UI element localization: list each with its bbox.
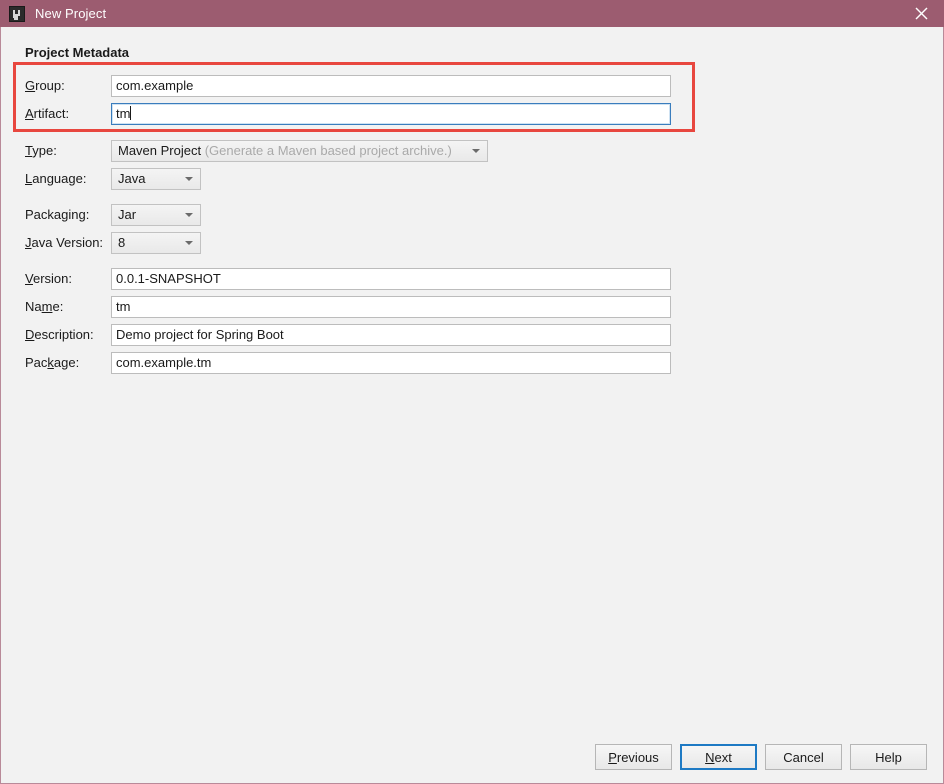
packaging-combobox-value: Jar: [118, 207, 137, 222]
window-title: New Project: [35, 6, 107, 21]
titlebar: New Project: [0, 0, 944, 27]
group-input[interactable]: com.example: [111, 75, 671, 97]
description-label: Description:: [25, 327, 94, 342]
cancel-button[interactable]: Cancel: [765, 744, 842, 770]
package-input-value: com.example.tm: [116, 355, 212, 370]
next-button[interactable]: Next: [680, 744, 757, 770]
chevron-down-icon: [185, 177, 193, 181]
language-combobox-value: Java: [118, 171, 146, 186]
packaging-combobox[interactable]: Jar: [111, 204, 201, 226]
language-combobox[interactable]: Java: [111, 168, 201, 190]
packaging-label: Packaging:: [25, 207, 90, 222]
dialog-button-bar: Previous Next Cancel Help: [595, 744, 927, 770]
type-combobox-value: Maven Project: [118, 143, 202, 158]
type-label: Type:: [25, 143, 57, 158]
version-label: Version:: [25, 271, 72, 286]
package-label: Package:: [25, 355, 80, 370]
help-button[interactable]: Help: [850, 744, 927, 770]
chevron-down-icon: [472, 149, 480, 153]
artifact-input-value: tm: [116, 106, 131, 121]
type-combobox-hint: (Generate a Maven based project archive.…: [204, 143, 452, 158]
artifact-label: Artifact:: [25, 106, 70, 121]
type-combobox[interactable]: Maven Project (Generate a Maven based pr…: [111, 140, 488, 162]
section-title: Project Metadata: [25, 45, 130, 60]
description-input-value: Demo project for Spring Boot: [116, 327, 284, 342]
project-name-input-value: tm: [116, 299, 131, 314]
chevron-down-icon: [185, 241, 193, 245]
dialog-body: Project Metadata Group: com.example Arti…: [1, 27, 943, 783]
java-version-combobox[interactable]: 8: [111, 232, 201, 254]
language-label: Language:: [25, 171, 87, 186]
description-input[interactable]: Demo project for Spring Boot: [111, 324, 671, 346]
version-input[interactable]: 0.0.1-SNAPSHOT: [111, 268, 671, 290]
package-input[interactable]: com.example.tm: [111, 352, 671, 374]
new-project-dialog: New Project Project Metadata Group: com.…: [0, 0, 944, 784]
group-label: Group:: [25, 78, 65, 93]
version-input-value: 0.0.1-SNAPSHOT: [116, 271, 221, 286]
text-caret: [130, 106, 132, 120]
previous-button[interactable]: Previous: [595, 744, 672, 770]
project-name-input[interactable]: tm: [111, 296, 671, 318]
java-version-combobox-value: 8: [118, 235, 126, 250]
artifact-input[interactable]: tm: [111, 103, 671, 125]
project-name-label: Name:: [25, 299, 64, 314]
close-icon[interactable]: [898, 0, 944, 27]
chevron-down-icon: [185, 213, 193, 217]
java-version-label: Java Version:: [25, 235, 104, 250]
group-input-value: com.example: [116, 78, 194, 93]
intellij-idea-icon: [9, 5, 25, 22]
